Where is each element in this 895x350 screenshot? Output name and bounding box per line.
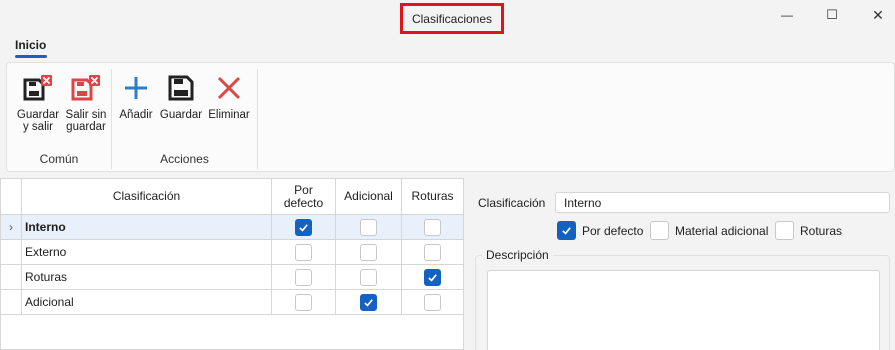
save-close-icon	[23, 75, 52, 101]
checkbox-por-defecto[interactable]	[295, 293, 312, 311]
cell-por-defecto	[272, 240, 336, 264]
checkbox-roturas[interactable]	[424, 293, 441, 311]
checkbox-label: Material adicional	[675, 223, 769, 238]
save-and-exit-label-1: Guardar	[16, 109, 60, 121]
title-bar: Clasificaciones — ☐ ✕	[0, 0, 895, 34]
column-header-label: Por	[294, 182, 313, 197]
checkbox-box[interactable]	[650, 221, 669, 240]
checkmark-icon	[364, 298, 373, 307]
checkbox-adicional[interactable]	[360, 293, 377, 311]
chevron-right-icon: ›	[9, 220, 13, 234]
checkbox-label: Roturas	[800, 223, 843, 238]
delete-x-icon	[217, 76, 241, 100]
active-tab-indicator	[15, 55, 47, 58]
cell-clasificacion[interactable]: Interno	[22, 215, 272, 239]
delete-label: Eliminar	[208, 109, 250, 121]
cell-roturas	[402, 240, 463, 264]
maximize-button[interactable]: ☐	[809, 0, 855, 30]
group-separator	[257, 69, 258, 169]
column-header-adicional[interactable]: Adicional	[336, 179, 402, 215]
close-button[interactable]: ✕	[855, 0, 895, 30]
window-title: Clasificaciones	[411, 11, 493, 26]
cell-por-defecto	[272, 265, 336, 289]
save-button[interactable]: Guardar	[157, 73, 205, 121]
cell-clasificacion[interactable]: Roturas	[22, 265, 272, 289]
add-button[interactable]: Añadir	[115, 73, 157, 121]
table-row[interactable]: Adicional	[1, 290, 463, 315]
group-label-comun: Común	[39, 152, 79, 166]
checkbox-box[interactable]	[775, 221, 794, 240]
row-indicator	[1, 240, 22, 264]
save-and-exit-button[interactable]: Guardar y salir	[12, 73, 64, 133]
save-and-exit-label-2: y salir	[22, 121, 54, 133]
column-header-label: Clasificación	[112, 189, 181, 203]
checkbox-por-defecto[interactable]	[295, 268, 312, 286]
cell-roturas	[402, 265, 463, 289]
column-header-clasificacion[interactable]: Clasificación	[22, 179, 272, 215]
table-row[interactable]: Externo	[1, 240, 463, 265]
table-row[interactable]: Roturas	[1, 265, 463, 290]
classifications-grid: Clasificación Por defecto Adicional Rotu…	[0, 178, 464, 350]
column-header-label: Roturas	[411, 189, 454, 203]
row-indicator: ›	[1, 215, 22, 239]
clasificacion-label: Clasificación	[478, 196, 546, 210]
column-header-por-defecto[interactable]: Por defecto	[272, 179, 336, 215]
maximize-icon: ☐	[826, 7, 838, 22]
checkbox-roturas[interactable]	[424, 218, 441, 236]
cell-adicional	[336, 265, 402, 289]
close-icon: ✕	[872, 6, 884, 23]
cell-adicional	[336, 240, 402, 264]
row-indicator	[1, 265, 22, 289]
descripcion-textarea[interactable]	[487, 270, 880, 350]
cell-clasificacion[interactable]: Externo	[22, 240, 272, 264]
column-header-label: defecto	[283, 195, 324, 210]
tab-inicio[interactable]: Inicio	[15, 38, 46, 52]
clasificacion-field[interactable]: Interno	[555, 192, 890, 213]
exit-without-save-label-1: Salir sin	[65, 109, 107, 121]
row-indicator	[1, 290, 22, 314]
exit-without-save-button[interactable]: Salir sin guardar	[63, 73, 109, 133]
cell-roturas	[402, 290, 463, 314]
add-label: Añadir	[119, 109, 153, 121]
minimize-icon: —	[781, 8, 793, 22]
cell-por-defecto	[272, 290, 336, 314]
column-header-label: Adicional	[344, 189, 393, 203]
minimize-button[interactable]: —	[764, 0, 810, 30]
exit-without-save-icon	[71, 75, 100, 101]
cell-adicional	[336, 290, 402, 314]
checkbox-por-defecto[interactable]	[295, 218, 312, 236]
checkbox-box[interactable]	[557, 221, 576, 240]
table-row[interactable]: › Interno	[1, 215, 463, 240]
save-label: Guardar	[159, 109, 203, 121]
cell-por-defecto	[272, 215, 336, 239]
checkbox-por-defecto[interactable]	[295, 243, 312, 261]
checkbox-por-defecto-detail[interactable]: Por defecto	[557, 221, 643, 240]
checkbox-label: Por defecto	[582, 223, 644, 238]
checkmark-icon	[428, 273, 437, 282]
checkbox-material-adicional[interactable]: Material adicional	[650, 221, 768, 240]
save-icon	[168, 75, 194, 101]
checkbox-roturas-detail[interactable]: Roturas	[775, 221, 842, 240]
cell-clasificacion[interactable]: Adicional	[22, 290, 272, 314]
column-header-roturas[interactable]: Roturas	[402, 179, 463, 215]
delete-button[interactable]: Eliminar	[205, 73, 253, 121]
checkbox-adicional[interactable]	[360, 243, 377, 261]
exit-without-save-label-2: guardar	[66, 121, 106, 133]
cell-adicional	[336, 215, 402, 239]
checkbox-adicional[interactable]	[360, 268, 377, 286]
checkbox-adicional[interactable]	[360, 218, 377, 236]
checkmark-icon	[299, 223, 308, 232]
title-highlight-box: Clasificaciones	[400, 3, 504, 34]
row-header-corner	[1, 179, 22, 215]
checkmark-icon	[562, 227, 571, 235]
plus-icon	[125, 77, 147, 99]
ribbon: Guardar y salir Salir sin guardar Común …	[6, 62, 895, 172]
cell-roturas	[402, 215, 463, 239]
checkbox-roturas[interactable]	[424, 268, 441, 286]
descripcion-label: Descripción	[482, 248, 553, 262]
group-label-acciones: Acciones	[160, 152, 209, 166]
checkbox-roturas[interactable]	[424, 243, 441, 261]
